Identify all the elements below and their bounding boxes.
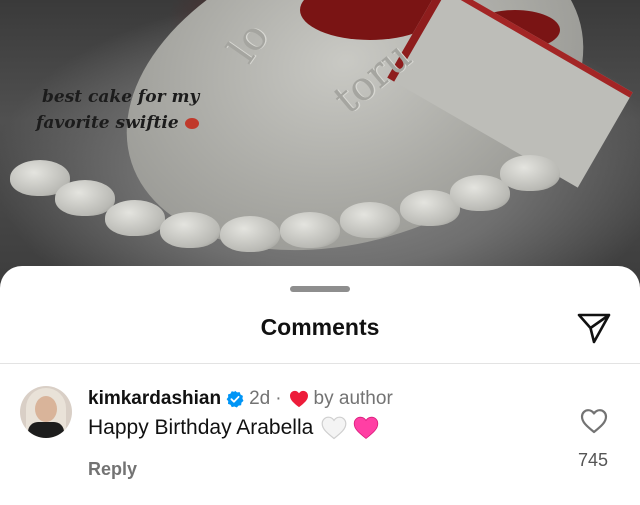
comment-item: kimkardashian 2d · by author Happy Birth…	[0, 364, 640, 505]
verified-badge-icon	[226, 390, 244, 408]
reply-button[interactable]: Reply	[88, 459, 137, 480]
paper-plane-icon	[577, 313, 611, 344]
pink-heart-icon	[354, 416, 379, 440]
comment-time: 2d	[249, 388, 271, 409]
comment-text: Happy Birthday Arabella	[88, 416, 314, 439]
liked-by-author-label: by author	[313, 388, 393, 409]
frosting-border	[10, 150, 570, 260]
sheet-title: Comments	[260, 314, 380, 340]
white-heart-icon	[321, 416, 347, 440]
comment-text-row: Happy Birthday Arabella	[88, 416, 379, 440]
sheet-grabber[interactable]	[290, 286, 350, 292]
red-lips-icon	[184, 118, 199, 129]
post-photo: lo toru best cake for my favorite swifti…	[0, 0, 640, 300]
like-count: 745	[577, 450, 609, 470]
caption-line: best cake for my	[42, 87, 200, 107]
photo-caption: best cake for my favorite swiftie	[36, 84, 199, 136]
comment-header: kimkardashian 2d · by author	[88, 388, 393, 410]
caption-line-2: favorite swiftie	[36, 110, 199, 136]
share-button[interactable]	[574, 308, 614, 348]
caption-line: favorite swiftie	[36, 113, 179, 133]
comment-username[interactable]: kimkardashian	[88, 388, 221, 410]
avatar[interactable]	[20, 386, 72, 438]
comments-sheet: Comments kimkardashian 2d · by author Ha…	[0, 266, 640, 505]
separator-dot: ·	[275, 388, 282, 409]
heart-outline-icon[interactable]	[580, 408, 608, 434]
red-heart-icon	[289, 390, 308, 408]
